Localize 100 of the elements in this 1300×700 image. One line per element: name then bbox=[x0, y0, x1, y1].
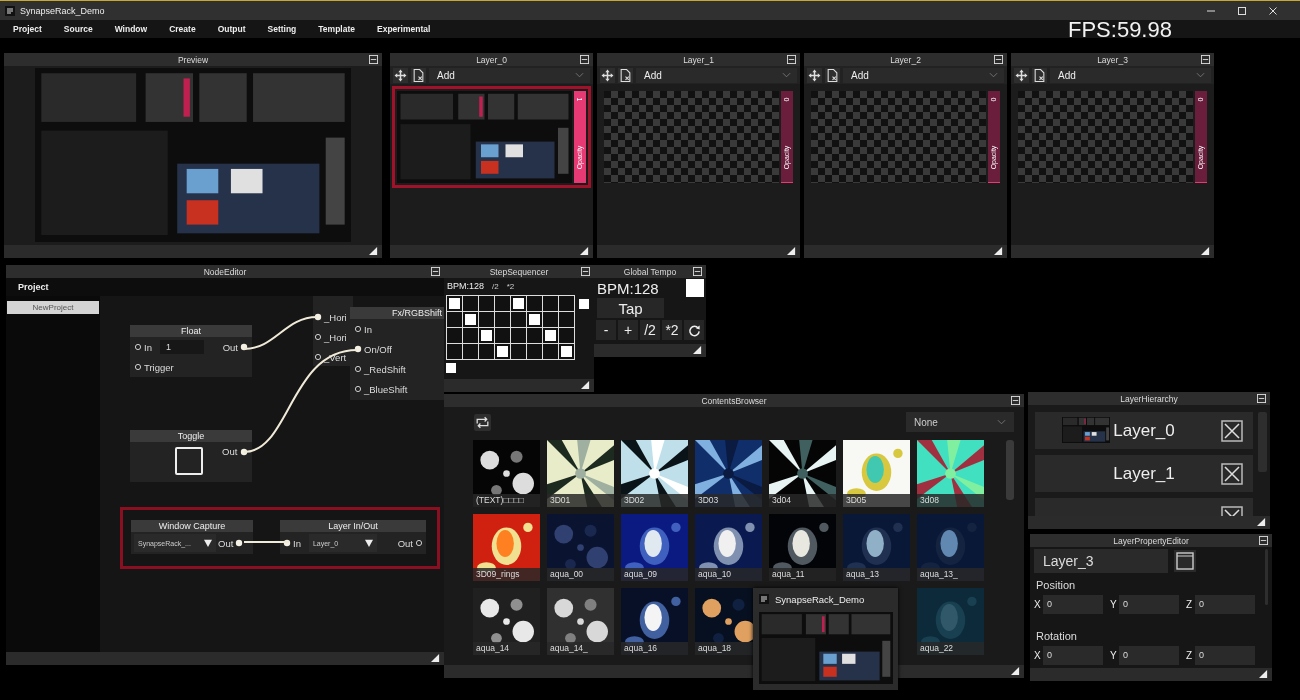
menu-item[interactable]: Source bbox=[58, 22, 98, 36]
toggle-square[interactable] bbox=[579, 299, 589, 309]
clip-thumbnail[interactable]: 3D02 bbox=[621, 440, 688, 507]
maximize-icon[interactable] bbox=[1237, 5, 1247, 16]
step-cell[interactable] bbox=[447, 328, 463, 344]
tempo-button[interactable]: *2 bbox=[662, 320, 682, 340]
clip-thumbnail[interactable]: aqua_16 bbox=[621, 588, 688, 655]
clip-thumbnail[interactable]: aqua_00 bbox=[547, 514, 614, 581]
blend-mode-dropdown[interactable]: Add bbox=[1050, 67, 1211, 83]
collapse-icon[interactable] bbox=[787, 55, 796, 64]
resize-handle-icon[interactable] bbox=[581, 381, 590, 390]
port-dot[interactable] bbox=[354, 385, 362, 393]
step-cell[interactable] bbox=[559, 312, 575, 328]
move-icon[interactable] bbox=[1014, 67, 1029, 83]
resize-handle-icon[interactable] bbox=[369, 247, 378, 256]
clip-thumbnail[interactable]: 3D01 bbox=[547, 440, 614, 507]
port-dot[interactable] bbox=[354, 345, 362, 353]
menu-item[interactable]: Template bbox=[313, 22, 360, 36]
step-cell[interactable] bbox=[527, 344, 543, 360]
clip-thumbnail[interactable]: aqua_13_ bbox=[917, 514, 984, 581]
file-icon[interactable] bbox=[1032, 67, 1047, 83]
step-cell[interactable] bbox=[463, 328, 479, 344]
step-cell[interactable] bbox=[495, 328, 511, 344]
file-icon[interactable] bbox=[618, 67, 633, 83]
collapse-icon[interactable] bbox=[1259, 536, 1268, 545]
step-cell[interactable] bbox=[543, 312, 559, 328]
reset-button[interactable] bbox=[684, 320, 704, 340]
halve-button[interactable]: /2 bbox=[492, 281, 499, 291]
toggle-square[interactable] bbox=[446, 363, 456, 373]
menu-item[interactable]: Create bbox=[164, 22, 201, 36]
collapse-icon[interactable] bbox=[1201, 55, 1210, 64]
menu-item[interactable]: Setting bbox=[262, 22, 302, 36]
clip-thumbnail[interactable]: aqua_22 bbox=[917, 588, 984, 655]
port-dot[interactable] bbox=[354, 365, 362, 373]
step-cell[interactable] bbox=[543, 296, 559, 312]
step-cell[interactable] bbox=[447, 296, 463, 312]
step-cell[interactable] bbox=[559, 344, 575, 360]
port-dot[interactable] bbox=[314, 353, 322, 361]
tempo-button[interactable]: /2 bbox=[640, 320, 660, 340]
step-cell[interactable] bbox=[495, 296, 511, 312]
node-card[interactable]: Toggle Out bbox=[130, 430, 252, 482]
filter-dropdown[interactable]: None bbox=[906, 412, 1014, 432]
tempo-button[interactable]: + bbox=[618, 320, 638, 340]
node-card[interactable]: Float In 1 Out Trigger bbox=[130, 325, 252, 377]
loop-icon[interactable] bbox=[474, 413, 491, 431]
resize-handle-icon[interactable] bbox=[693, 346, 702, 355]
step-cell[interactable] bbox=[511, 328, 527, 344]
move-icon[interactable] bbox=[600, 67, 615, 83]
resize-handle-icon[interactable] bbox=[1011, 667, 1020, 676]
step-cell[interactable] bbox=[463, 296, 479, 312]
number-field[interactable]: 0 bbox=[1119, 646, 1179, 665]
clip-thumbnail[interactable]: 3D09_rings bbox=[473, 514, 540, 581]
step-cell[interactable] bbox=[511, 344, 527, 360]
step-cell[interactable] bbox=[479, 344, 495, 360]
blend-mode-dropdown[interactable]: Add bbox=[429, 67, 590, 83]
resize-handle-icon[interactable] bbox=[580, 247, 589, 256]
collapse-icon[interactable] bbox=[369, 55, 378, 64]
number-field[interactable]: 0 bbox=[1043, 595, 1103, 614]
step-cell[interactable] bbox=[463, 312, 479, 328]
tempo-button[interactable]: - bbox=[596, 320, 616, 340]
port-dot[interactable] bbox=[134, 343, 142, 351]
clip-thumbnail[interactable]: aqua_10 bbox=[695, 514, 762, 581]
collapse-icon[interactable] bbox=[693, 267, 702, 276]
resize-handle-icon[interactable] bbox=[1201, 247, 1210, 256]
blend-mode-dropdown[interactable]: Add bbox=[636, 67, 797, 83]
blend-mode-dropdown[interactable]: Add bbox=[843, 67, 1004, 83]
port-dot[interactable] bbox=[415, 539, 423, 547]
clip-thumbnail[interactable]: aqua_09 bbox=[621, 514, 688, 581]
clip-thumbnail[interactable]: 3D03 bbox=[695, 440, 762, 507]
step-cell[interactable] bbox=[495, 344, 511, 360]
step-cell[interactable] bbox=[527, 328, 543, 344]
step-cell[interactable] bbox=[511, 296, 527, 312]
layer-name-field[interactable]: Layer_3 bbox=[1034, 549, 1168, 573]
step-cell[interactable] bbox=[479, 296, 495, 312]
clip-thumbnail[interactable]: aqua_13 bbox=[843, 514, 910, 581]
collapse-icon[interactable] bbox=[1011, 396, 1020, 405]
file-icon[interactable] bbox=[411, 67, 426, 83]
step-cell[interactable] bbox=[527, 312, 543, 328]
clip-thumbnail[interactable]: (TEXT)□□□□ bbox=[473, 440, 540, 507]
resize-handle-icon[interactable] bbox=[994, 247, 1003, 256]
clip-thumbnail[interactable]: aqua_14 bbox=[473, 588, 540, 655]
step-cell[interactable] bbox=[543, 344, 559, 360]
number-field[interactable]: 0 bbox=[1043, 646, 1103, 665]
move-icon[interactable] bbox=[393, 67, 408, 83]
port-dot[interactable] bbox=[283, 539, 291, 547]
collapse-icon[interactable] bbox=[431, 267, 440, 276]
port-dot[interactable] bbox=[314, 313, 322, 321]
value-field[interactable]: 1 bbox=[159, 340, 204, 354]
layer-row[interactable]: Layer_1 bbox=[1035, 455, 1253, 492]
clip-thumbnail[interactable]: 3d04 bbox=[769, 440, 836, 507]
step-cell[interactable] bbox=[543, 328, 559, 344]
step-cell[interactable] bbox=[527, 296, 543, 312]
menu-item[interactable]: Window bbox=[109, 22, 153, 36]
menu-item[interactable]: Experimental bbox=[372, 22, 436, 36]
port-dot[interactable] bbox=[235, 539, 244, 547]
port-dot[interactable] bbox=[240, 448, 248, 456]
collapse-icon[interactable] bbox=[580, 55, 589, 64]
collapse-icon[interactable] bbox=[994, 55, 1003, 64]
port-dot[interactable] bbox=[354, 325, 362, 333]
move-icon[interactable] bbox=[807, 67, 822, 83]
